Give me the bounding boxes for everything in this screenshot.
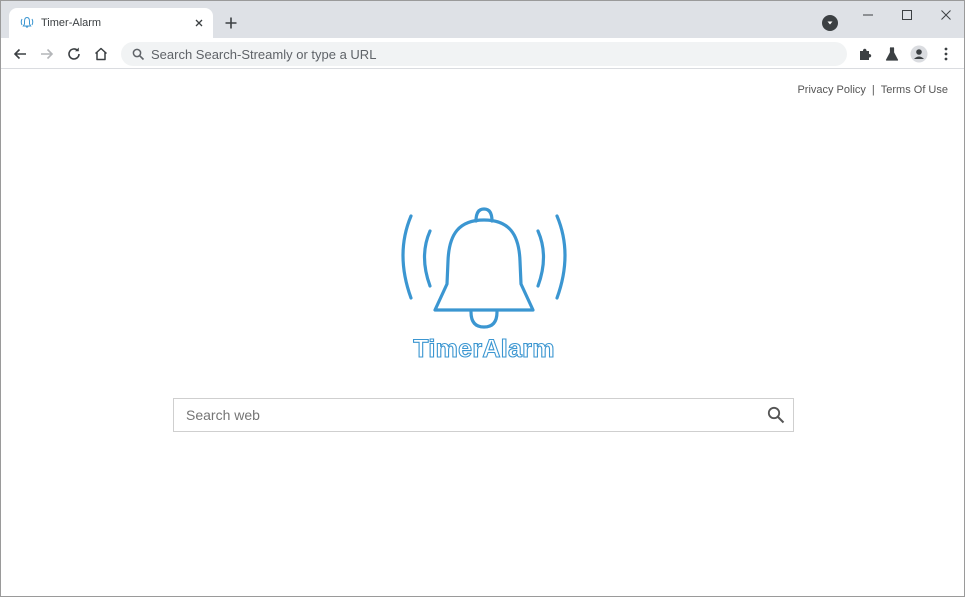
- terms-of-use-link[interactable]: Terms Of Use: [881, 84, 948, 96]
- labs-button[interactable]: [880, 42, 904, 66]
- search-icon: [767, 406, 785, 424]
- avatar-icon: [910, 45, 928, 63]
- address-bar[interactable]: [121, 42, 847, 66]
- top-links: Privacy Policy | Terms Of Use: [797, 84, 948, 96]
- search-button[interactable]: [759, 399, 793, 431]
- extensions-button[interactable]: [853, 42, 877, 66]
- search-input[interactable]: [186, 407, 759, 423]
- bell-icon: [19, 15, 35, 31]
- new-tab-button[interactable]: [221, 13, 241, 33]
- browser-toolbar: [1, 38, 964, 69]
- back-button[interactable]: [8, 42, 32, 66]
- maximize-button[interactable]: [892, 4, 922, 26]
- maximize-icon: [902, 10, 912, 20]
- home-button[interactable]: [89, 42, 113, 66]
- close-window-button[interactable]: [931, 4, 961, 26]
- forward-button[interactable]: [35, 42, 59, 66]
- search-box: [173, 398, 794, 432]
- arrow-right-icon: [41, 48, 54, 60]
- puzzle-icon: [860, 48, 872, 60]
- tab-strip: Timer-Alarm: [1, 1, 964, 38]
- privacy-policy-link[interactable]: Privacy Policy: [797, 84, 865, 96]
- chevron-down-icon: [827, 21, 833, 25]
- plus-icon: [225, 17, 237, 29]
- tab-title: Timer-Alarm: [41, 17, 102, 29]
- reload-icon: [68, 47, 80, 60]
- address-input[interactable]: [151, 46, 831, 62]
- logo-text: TimerAlarm: [413, 335, 555, 363]
- profile-button[interactable]: [907, 42, 931, 66]
- tab-timer-alarm[interactable]: Timer-Alarm: [9, 8, 213, 38]
- home-icon: [94, 47, 108, 61]
- minimize-button[interactable]: [853, 4, 883, 26]
- search-icon: [131, 47, 145, 61]
- timer-alarm-logo: TimerAlarm: [399, 206, 569, 366]
- link-separator: |: [871, 84, 875, 96]
- browser-window: Timer-Alarm Search Search-Streamly or ty…: [0, 0, 965, 597]
- reload-button[interactable]: [62, 42, 86, 66]
- bell-icon: TimerAlarm: [401, 207, 567, 364]
- minimize-icon: [863, 14, 873, 16]
- menu-button[interactable]: [934, 42, 958, 66]
- kebab-menu-icon: [944, 47, 948, 61]
- arrow-left-icon: [13, 48, 26, 60]
- close-icon[interactable]: [191, 15, 207, 31]
- flask-icon: [885, 47, 899, 61]
- tab-search-button[interactable]: [822, 15, 838, 31]
- close-icon: [941, 10, 951, 20]
- page-content: Privacy Policy | Terms Of Use TimerAlarm…: [1, 69, 964, 596]
